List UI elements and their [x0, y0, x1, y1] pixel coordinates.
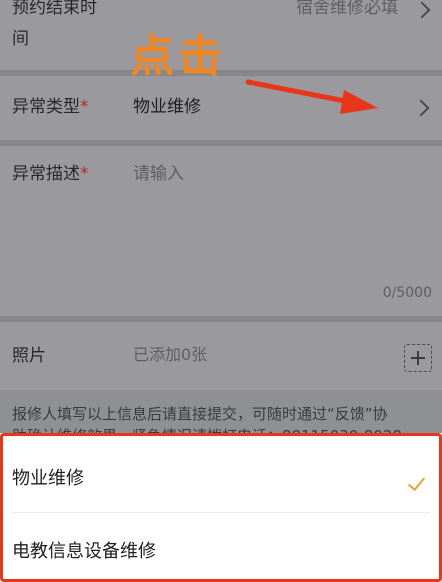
- option-label: 电教信息设备维修: [12, 541, 156, 562]
- option-label: 物业维修: [12, 468, 84, 489]
- exception-type-sheet: 物业维修 电教信息设备维修: [0, 433, 442, 582]
- divider: [12, 512, 430, 513]
- option-property-repair[interactable]: 物业维修: [0, 451, 442, 513]
- option-av-equipment-repair[interactable]: 电教信息设备维修: [0, 519, 442, 581]
